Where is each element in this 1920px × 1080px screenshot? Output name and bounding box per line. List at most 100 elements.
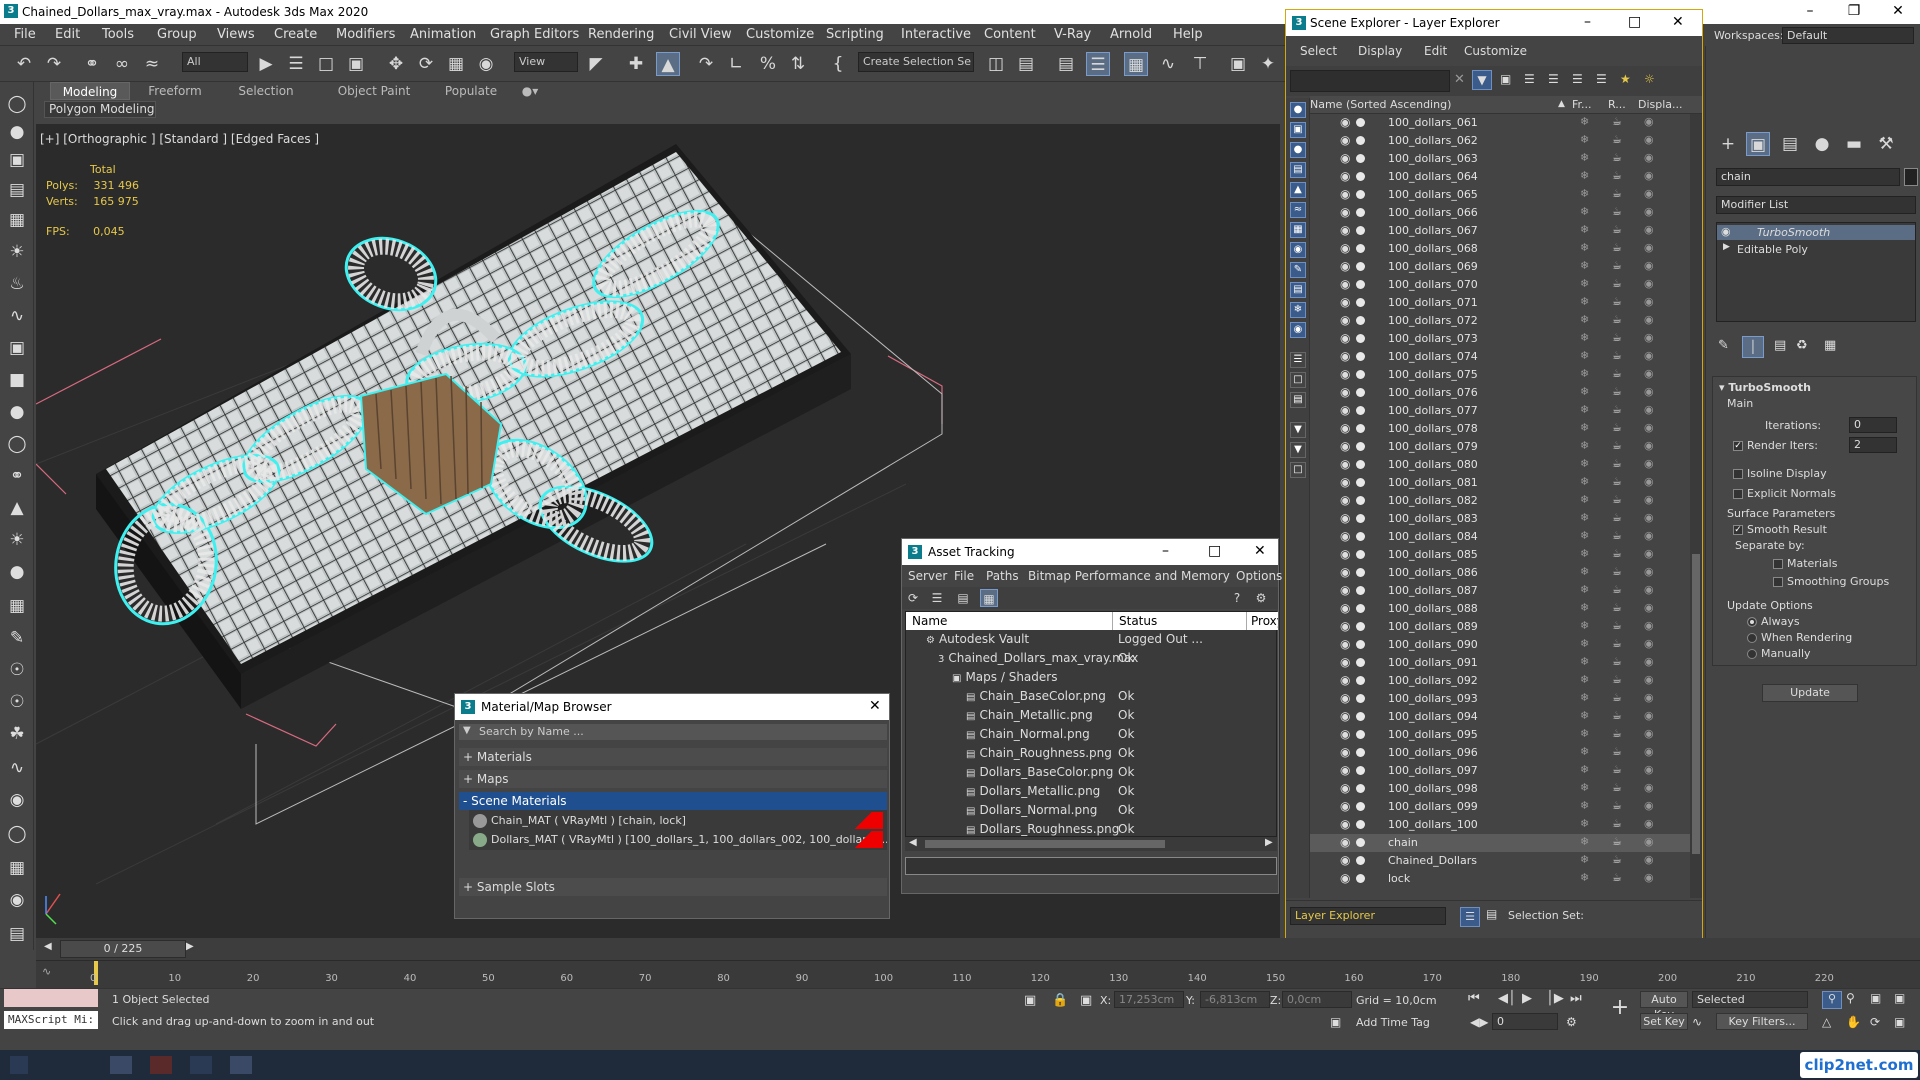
table-view-icon[interactable]: ▦ (980, 589, 998, 607)
new-layer-icon[interactable]: ☰ (1524, 72, 1535, 86)
layer-dot-icon[interactable] (1356, 154, 1365, 163)
scroll-thumb[interactable] (1692, 554, 1700, 854)
smooth-result-row[interactable]: ✓ Smooth Result (1733, 523, 1827, 536)
list-item[interactable]: ◉ Chained_Dollars ❄ ☕ ◉ (1310, 852, 1690, 870)
visibility-eye-icon[interactable]: ◉ (1340, 151, 1350, 165)
menu-modifiers[interactable]: Modifiers (336, 27, 395, 42)
frozen-icon[interactable]: ❄ (1580, 151, 1589, 164)
display-icon[interactable]: ◉ (1644, 637, 1654, 650)
asset-maximize-icon[interactable]: □ (1208, 543, 1221, 559)
layer-dot-icon[interactable] (1356, 442, 1365, 451)
explicit-normals-row[interactable]: Explicit Normals (1733, 487, 1836, 500)
create-geometry-icon[interactable]: ◯ (5, 92, 29, 116)
shader-ball-icon[interactable]: ◉ (5, 788, 29, 812)
always-row[interactable]: Always (1747, 615, 1800, 628)
time-config-icon[interactable]: ⚙ (1566, 1015, 1577, 1029)
visibility-eye-icon[interactable]: ◉ (1340, 295, 1350, 309)
layer-dot-icon[interactable] (1356, 550, 1365, 559)
list-item[interactable]: ◉ 100_dollars_090 ❄ ☕ ◉ (1310, 636, 1690, 654)
layer-dot-icon[interactable] (1356, 676, 1365, 685)
asset-menu-paths[interactable]: Paths (986, 569, 1019, 583)
list-item[interactable]: ◉ 100_dollars_100 ❄ ☕ ◉ (1310, 816, 1690, 834)
layer-dot-icon[interactable] (1356, 802, 1365, 811)
tab-selection[interactable]: Selection (226, 82, 306, 100)
layer-dot-icon[interactable] (1356, 694, 1365, 703)
vault-icon[interactable]: ⚙ (1252, 589, 1270, 607)
maxscript-mini-listener-top[interactable] (4, 989, 98, 1007)
frozen-icon[interactable]: ❄ (1580, 133, 1589, 146)
frozen-icon[interactable]: ❄ (1580, 439, 1589, 452)
visibility-eye-icon[interactable]: ◉ (1340, 673, 1350, 687)
iterations-spinner[interactable]: 0 (1849, 417, 1897, 433)
visibility-eye-icon[interactable]: ◉ (1340, 205, 1350, 219)
unlink-icon[interactable]: ∞ (110, 52, 134, 76)
curve-editor-icon[interactable]: ∿ (1156, 52, 1180, 76)
frozen-icon[interactable]: ❄ (1580, 349, 1589, 362)
renderable-icon[interactable]: ☕ (1612, 223, 1622, 236)
renderable-icon[interactable]: ☕ (1612, 241, 1622, 254)
zoom-all-icon[interactable]: ⚲ (1846, 991, 1855, 1005)
materials-checkbox[interactable] (1773, 559, 1783, 569)
sun-icon[interactable]: ☀ (5, 528, 29, 552)
frozen-icon[interactable]: ❄ (1580, 241, 1589, 254)
cone-icon[interactable]: ▲ (5, 496, 29, 520)
visibility-eye-icon[interactable]: ◉ (1340, 457, 1350, 471)
minimize-button[interactable]: – (1788, 0, 1832, 24)
reference-coord-dropdown[interactable]: View (514, 52, 578, 72)
layer-dot-icon[interactable] (1356, 748, 1365, 757)
clear-search-icon[interactable]: ✕ (1454, 72, 1465, 87)
current-layer-icon[interactable]: ☰ (1572, 72, 1583, 86)
renderable-icon[interactable]: ☕ (1612, 871, 1622, 884)
frozen-icon[interactable]: ❄ (1580, 115, 1589, 128)
display-icon[interactable]: ◉ (1644, 547, 1654, 560)
visibility-eye-icon[interactable]: ◉ (1340, 601, 1350, 615)
modify-tab-icon[interactable]: ▣ (1746, 132, 1770, 156)
visibility-eye-icon[interactable]: ◉ (1340, 835, 1350, 849)
selection-lock-icon[interactable]: 🔒 (1052, 993, 1068, 1008)
material-browser-titlebar[interactable]: 3 Material/Map Browser ✕ (455, 694, 889, 720)
visibility-eye-icon[interactable]: ◉ (1340, 331, 1350, 345)
absolute-mode-icon[interactable]: ▣ (1080, 993, 1092, 1008)
renderable-icon[interactable]: ☕ (1612, 799, 1622, 812)
frozen-icon[interactable]: ❄ (1580, 457, 1589, 470)
configure-sets-icon[interactable]: ▦ (1824, 338, 1836, 353)
scene-explorer-maximize[interactable]: □ (1628, 14, 1641, 30)
frozen-icon[interactable]: ❄ (1580, 655, 1589, 668)
display-icon[interactable]: ◉ (1644, 133, 1654, 146)
layer-dot-icon[interactable] (1356, 262, 1365, 271)
col-display[interactable]: Displa... (1638, 98, 1683, 111)
frozen-icon[interactable]: ❄ (1580, 853, 1589, 866)
visibility-eye-icon[interactable]: ◉ (1340, 223, 1350, 237)
display-groups-icon[interactable]: ▦ (1290, 222, 1306, 238)
menu-civil-view[interactable]: Civil View (669, 27, 732, 42)
frozen-icon[interactable]: ❄ (1580, 691, 1589, 704)
manually-row[interactable]: Manually (1747, 647, 1811, 660)
list-item[interactable]: ◉ 100_dollars_062 ❄ ☕ ◉ (1310, 132, 1690, 150)
list-item[interactable]: ◉ 100_dollars_073 ❄ ☕ ◉ (1310, 330, 1690, 348)
col-status[interactable]: Status (1112, 612, 1157, 630)
frozen-icon[interactable]: ❄ (1580, 403, 1589, 416)
list-item[interactable]: ◉ 100_dollars_078 ❄ ☕ ◉ (1310, 420, 1690, 438)
renderable-icon[interactable]: ☕ (1612, 853, 1622, 866)
material-browser-search[interactable]: ▼ Search by Name ... (459, 724, 887, 740)
renderable-icon[interactable]: ☕ (1612, 403, 1622, 416)
visibility-eye-icon[interactable]: ◉ (1340, 475, 1350, 489)
list-item[interactable]: ◉ 100_dollars_084 ❄ ☕ ◉ (1310, 528, 1690, 546)
asset-row[interactable]: ▤ Dollars_Roughness.png (966, 822, 1119, 836)
layer-dot-icon[interactable] (1356, 622, 1365, 631)
display-icon[interactable]: ◉ (1644, 331, 1654, 344)
display-icon[interactable]: ◉ (1644, 601, 1654, 614)
menu-edit[interactable]: Edit (55, 27, 80, 42)
display-icon[interactable]: ◉ (1644, 673, 1654, 686)
render-iters-row[interactable]: ✓ Render Iters: (1733, 439, 1818, 452)
display-icon[interactable]: ◉ (1644, 205, 1654, 218)
highlight-icon[interactable]: ★ (1620, 72, 1631, 86)
tab-object-paint[interactable]: Object Paint (324, 82, 424, 100)
zoom-extents-icon[interactable]: ▣ (1870, 991, 1881, 1005)
scene-explorer-search[interactable] (1290, 70, 1450, 92)
layer-dot-icon[interactable] (1356, 352, 1365, 361)
renderable-icon[interactable]: ☕ (1612, 187, 1622, 200)
display-icon[interactable]: ◉ (1644, 475, 1654, 488)
scroll-left-icon[interactable]: ◀ (909, 837, 917, 848)
taskbar-app-icon[interactable] (190, 1056, 212, 1074)
